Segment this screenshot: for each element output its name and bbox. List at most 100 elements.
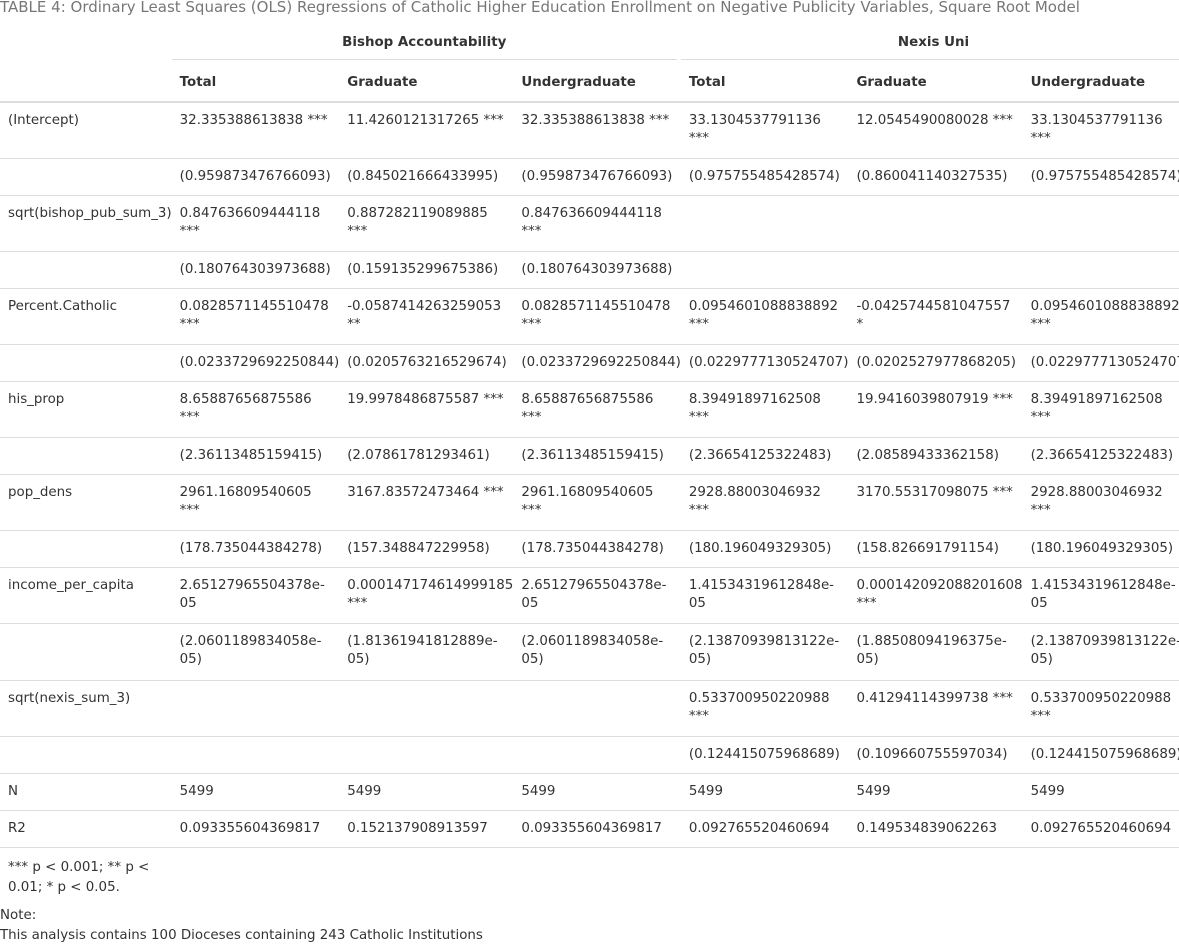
cell-value: 0.847636609444118 [521,205,662,221]
cell-value: 19.9416039807919 *** [856,391,1013,407]
cell-significance: * [856,316,864,332]
cell-value: 0.000142092088201608 [856,577,1023,593]
table-cell: 0.149534839062263 [848,809,1023,848]
table-cell: 2928.88003046932 *** [1022,473,1179,530]
table-cell: 8.39491897162508 *** [680,380,849,437]
cell-value: 2928.88003046932 [688,484,821,500]
cell-value: 32.335388613838 *** [179,113,328,128]
cell-value: (2.36654125322483) [688,447,832,463]
table-body: (Intercept) 32.335388613838 *** 11.4260121… [0,101,1179,848]
table-cell: 0.0828571145510478 *** [171,287,340,344]
cell-value: (0.975755485428574) [688,168,840,184]
cell-value: (2.0601189834058e- [179,633,322,649]
cell-value: (0.109660755597034) [856,746,1008,762]
table-cell [1022,194,1179,251]
group-header-bishop-accountability: Bishop Accountability [171,27,681,60]
table-cell: 33.1304537791136 *** [680,101,849,158]
cell-significance: 05) [521,651,544,667]
table-cell: 0.41294114399738 *** [848,679,1023,736]
cell-value: 0.847636609444118 [179,205,321,221]
cell-value: 2961.16809540605 [521,484,654,500]
row-label [0,250,172,288]
cell-value: (2.36113485159415) [179,447,323,463]
table-cell [1022,250,1179,288]
table-cell: 0.0828571145510478 *** [513,287,681,344]
cell-value: 3170.55317098075 *** [856,484,1013,500]
cell-value: 0.533700950220988 [688,690,830,706]
cell-value: 2.65127965504378e- [521,577,667,593]
row-label [0,735,172,773]
cell-significance: 05 [521,595,539,611]
table-cell: (0.0205763216529674) [339,343,514,381]
cell-value: (2.0601189834058e- [521,633,664,649]
table-cell: (0.975755485428574) [680,157,849,195]
cell-significance: *** [688,131,709,146]
cell-value: 0.093355604369817 [521,820,662,836]
table-cell: (2.0601189834058e- 05) [171,622,340,680]
cell-significance: 05 [179,595,197,611]
cell-value: (0.845021666433995) [347,168,499,184]
cell-value: 0.092765520460694 [688,820,830,836]
cell-value: (0.0233729692250844) [179,354,340,370]
table-row: (0.124415075968689) (0.109660755597034) (0… [0,735,1179,773]
cell-value: 0.152137908913597 [347,820,488,836]
table-cell: 2928.88003046932 *** [680,473,849,530]
table-cell: (0.180764303973688) [513,250,681,288]
cell-value: (0.124415075968689) [1030,746,1179,762]
column-header: Graduate [339,60,514,103]
table-row: (2.36113485159415) (2.07861781293461) (2.3… [0,436,1179,474]
table-cell: 11.4260121317265 *** [339,101,514,158]
cell-value: (0.159135299675386) [347,261,499,277]
table-cell: 0.093355604369817 [513,809,681,848]
cell-value: (0.180764303973688) [521,261,673,277]
table-cell: 1.41534319612848e- 05 [1022,566,1179,623]
table-cell: 0.0954601088838892 *** [680,287,849,344]
cell-value: (178.735044384278) [521,540,664,556]
cell-significance: *** [179,316,200,332]
table-cell: 32.335388613838 *** [171,101,340,158]
table-cell: 5499 [848,772,1023,810]
table-row: Percent.Catholic 0.0828571145510478 *** -0.… [0,287,1179,344]
cell-value: (0.0229777130524707) [1030,354,1179,370]
table-cell: 3170.55317098075 *** [848,473,1023,530]
column-header: Undergraduate [513,60,681,103]
cell-value: (180.196049329305) [1030,540,1174,556]
cell-value: (1.88508094196375e- [856,633,1007,649]
table-cell [339,735,514,773]
table-cell: (0.959873476766093) [513,157,681,195]
table-cell [513,735,681,773]
cell-value: 12.0545490080028 *** [856,113,1013,128]
cell-value: (1.81361941812889e- [347,633,498,649]
table-cell: 33.1304537791136 *** [1022,101,1179,158]
cell-value: 5499 [521,783,556,799]
cell-value: (2.36654125322483) [1030,447,1174,463]
table-cell: 2961.16809540605 *** [171,473,340,530]
cell-value: (0.0202527977868205) [856,354,1016,370]
cell-value: 5499 [856,783,891,799]
cell-value: 19.9978486875587 *** [347,391,504,407]
cell-significance: *** [1030,316,1051,332]
table-cell: (2.0601189834058e- 05) [513,622,681,680]
cell-significance: *** [1030,131,1051,146]
cell-value: (0.0233729692250844) [521,354,681,370]
table-note: Note: This analysis contains 100 Diocese… [0,906,483,946]
table-cell: (2.13870939813122e- 05) [680,622,849,680]
table-cell: (0.0229777130524707) [1022,343,1179,381]
table-cell: 19.9978486875587 *** [339,380,514,437]
cell-value: (0.124415075968689) [688,746,840,762]
table-cell: 2961.16809540605 *** [513,473,681,530]
cell-significance: 05 [688,595,706,611]
table-cell: 8.65887656875586 *** [171,380,340,437]
table-cell: 0.152137908913597 [339,809,514,848]
cell-value: 33.1304537791136 [688,113,821,128]
table-cell: (178.735044384278) [171,529,340,567]
cell-significance: *** [347,223,368,239]
cell-value: 0.41294114399738 *** [856,690,1013,706]
cell-value: (2.36113485159415) [521,447,664,463]
table-row: (0.0233729692250844) (0.0205763216529674)… [0,343,1179,381]
table-cell: 0.0954601088838892 *** [1022,287,1179,344]
table-cell: (0.124415075968689) [680,735,849,773]
table-row: (0.180764303973688) (0.159135299675386) (0… [0,250,1179,288]
column-group-row: Bishop Accountability Nexis Uni [0,27,1179,60]
table-cell: 5499 [680,772,849,810]
